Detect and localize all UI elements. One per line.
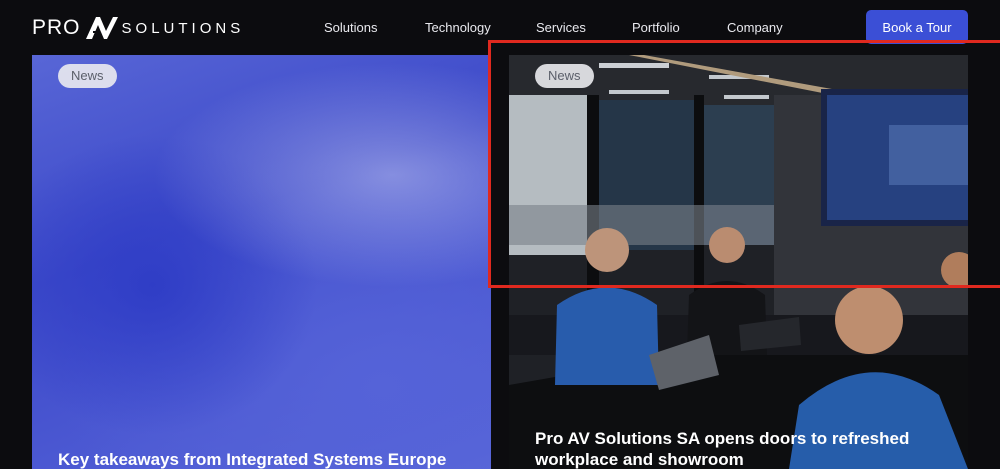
news-card-showroom[interactable]: News Pro AV Solutions SA opens doors to … (509, 55, 968, 469)
news-card-ise-2024[interactable]: News Key takeaways from Integrated Syste… (32, 55, 491, 469)
news-badge: News (535, 64, 594, 88)
nav-item-solutions[interactable]: Solutions (324, 20, 377, 35)
news-badge: News (58, 64, 117, 88)
logo-text-pro: PRO (32, 16, 81, 39)
logo-text-solutions: SOLUTIONS (121, 19, 245, 37)
nav-item-company[interactable]: Company (727, 20, 783, 35)
nav-item-portfolio[interactable]: Portfolio (632, 20, 680, 35)
book-a-tour-button[interactable]: Book a Tour (866, 10, 968, 44)
brand-logo[interactable]: PRO SOLUTIONS (32, 14, 244, 42)
page: PRO SOLUTIONS Solutions Technology Servi… (0, 0, 1000, 469)
news-card-title[interactable]: Key takeaways from Integrated Systems Eu… (58, 449, 467, 469)
av-logo-icon (85, 17, 118, 39)
meeting-room-photo (509, 55, 968, 469)
news-card-title[interactable]: Pro AV Solutions SA opens doors to refre… (535, 428, 944, 469)
top-navigation: PRO SOLUTIONS Solutions Technology Servi… (0, 0, 1000, 55)
nav-item-technology[interactable]: Technology (425, 20, 491, 35)
nav-item-services[interactable]: Services (536, 20, 586, 35)
